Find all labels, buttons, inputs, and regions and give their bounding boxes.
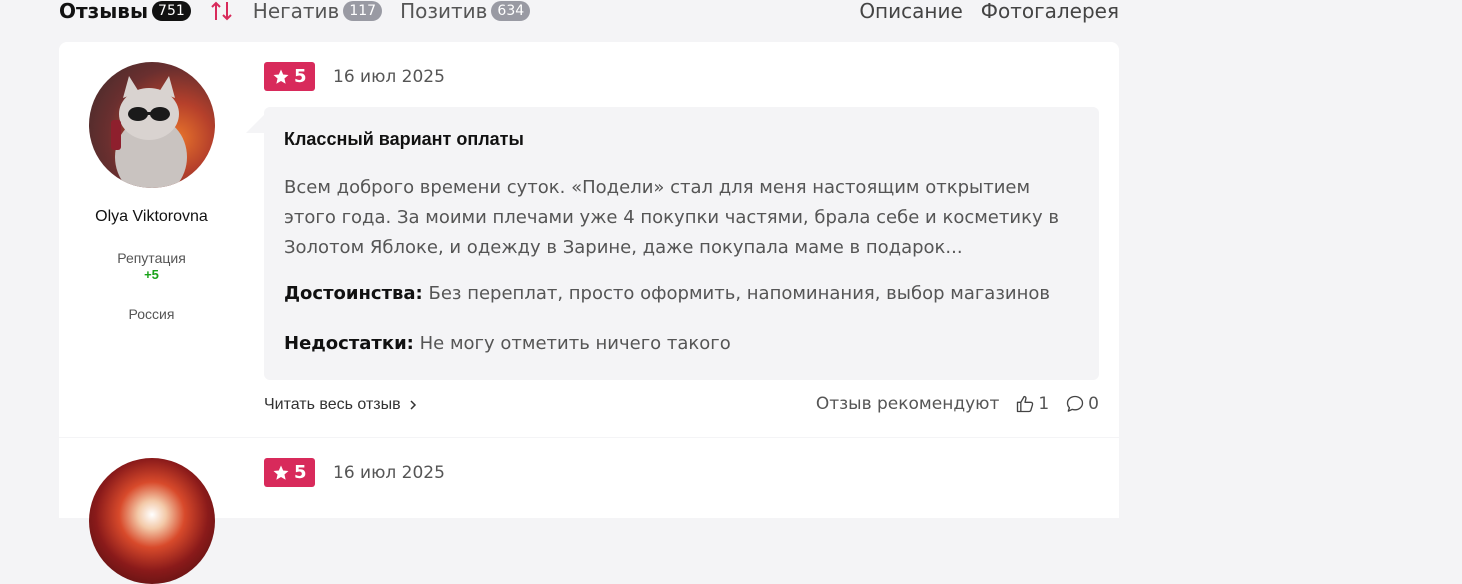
gallery-link[interactable]: Фотогалерея xyxy=(981,1,1119,21)
tab-negative-count: 117 xyxy=(343,1,383,21)
pros-label: Достоинства: xyxy=(284,283,423,304)
rating-value: 5 xyxy=(294,66,307,87)
rating-value: 5 xyxy=(294,462,307,483)
review-text: Всем доброго времени суток. «Подели» ста… xyxy=(284,177,1059,258)
review-date: 16 июл 2025 xyxy=(333,463,445,483)
star-icon xyxy=(273,465,289,480)
rating-badge: 5 xyxy=(264,458,315,487)
description-link[interactable]: Описание xyxy=(859,1,962,21)
avatar[interactable] xyxy=(89,62,215,188)
thumbs-up-icon xyxy=(1017,395,1034,413)
cons-text: Не могу отметить ничего такого xyxy=(419,333,731,354)
star-icon xyxy=(273,69,289,84)
recommend-label: Отзыв рекомендуют xyxy=(815,394,1000,414)
tab-negative[interactable]: Негатив 117 xyxy=(252,0,383,23)
review-body: Классный вариант оплаты Всем доброго вре… xyxy=(246,107,1099,380)
avatar[interactable] xyxy=(89,458,215,584)
comments-count: 0 xyxy=(1088,394,1099,414)
sort-icon[interactable] xyxy=(209,0,235,22)
review-actions: Отзыв рекомендуют 1 0 xyxy=(816,394,1099,414)
tab-reviews-label: Отзывы xyxy=(59,0,149,23)
read-more-label: Читать весь отзыв xyxy=(264,396,401,413)
like-button[interactable]: 1 xyxy=(1015,394,1049,414)
pros-text: Без переплат, просто оформить, напоминан… xyxy=(428,283,1051,304)
author-country: Россия xyxy=(128,306,175,322)
review-card: Olya Viktorovna Репутация +5 Россия 5 16… xyxy=(59,42,1119,437)
review-card: 5 16 июл 2025 xyxy=(59,438,1119,584)
likes-count: 1 xyxy=(1038,394,1050,414)
comment-icon xyxy=(1067,395,1084,412)
review-pros: Достоинства: Без переплат, просто оформи… xyxy=(284,283,1050,304)
cons-label: Недостатки: xyxy=(284,333,414,354)
review-tabs-bar: Отзывы 751 Негатив 117 Позитив 634 Описа… xyxy=(59,0,1119,22)
tab-negative-label: Негатив xyxy=(252,0,340,23)
reputation-label: Репутация xyxy=(117,250,186,266)
review-title[interactable]: Классный вариант оплаты xyxy=(284,129,524,150)
tab-positive-label: Позитив xyxy=(400,0,488,23)
tab-positive-count: 634 xyxy=(491,1,531,21)
author-name[interactable]: Olya Viktorovna xyxy=(59,208,244,226)
review-date: 16 июл 2025 xyxy=(333,67,445,87)
reputation-value: +5 xyxy=(144,267,159,282)
read-more-link[interactable]: Читать весь отзыв xyxy=(264,396,419,414)
tab-positive[interactable]: Позитив 634 xyxy=(400,0,531,23)
comments-button[interactable]: 0 xyxy=(1065,394,1099,414)
review-cons: Недостатки: Не могу отметить ничего тако… xyxy=(284,333,731,354)
tab-reviews-count: 751 xyxy=(152,1,191,21)
chevron-right-icon xyxy=(410,400,416,410)
tab-reviews[interactable]: Отзывы 751 xyxy=(59,1,191,21)
rating-badge: 5 xyxy=(264,62,315,91)
